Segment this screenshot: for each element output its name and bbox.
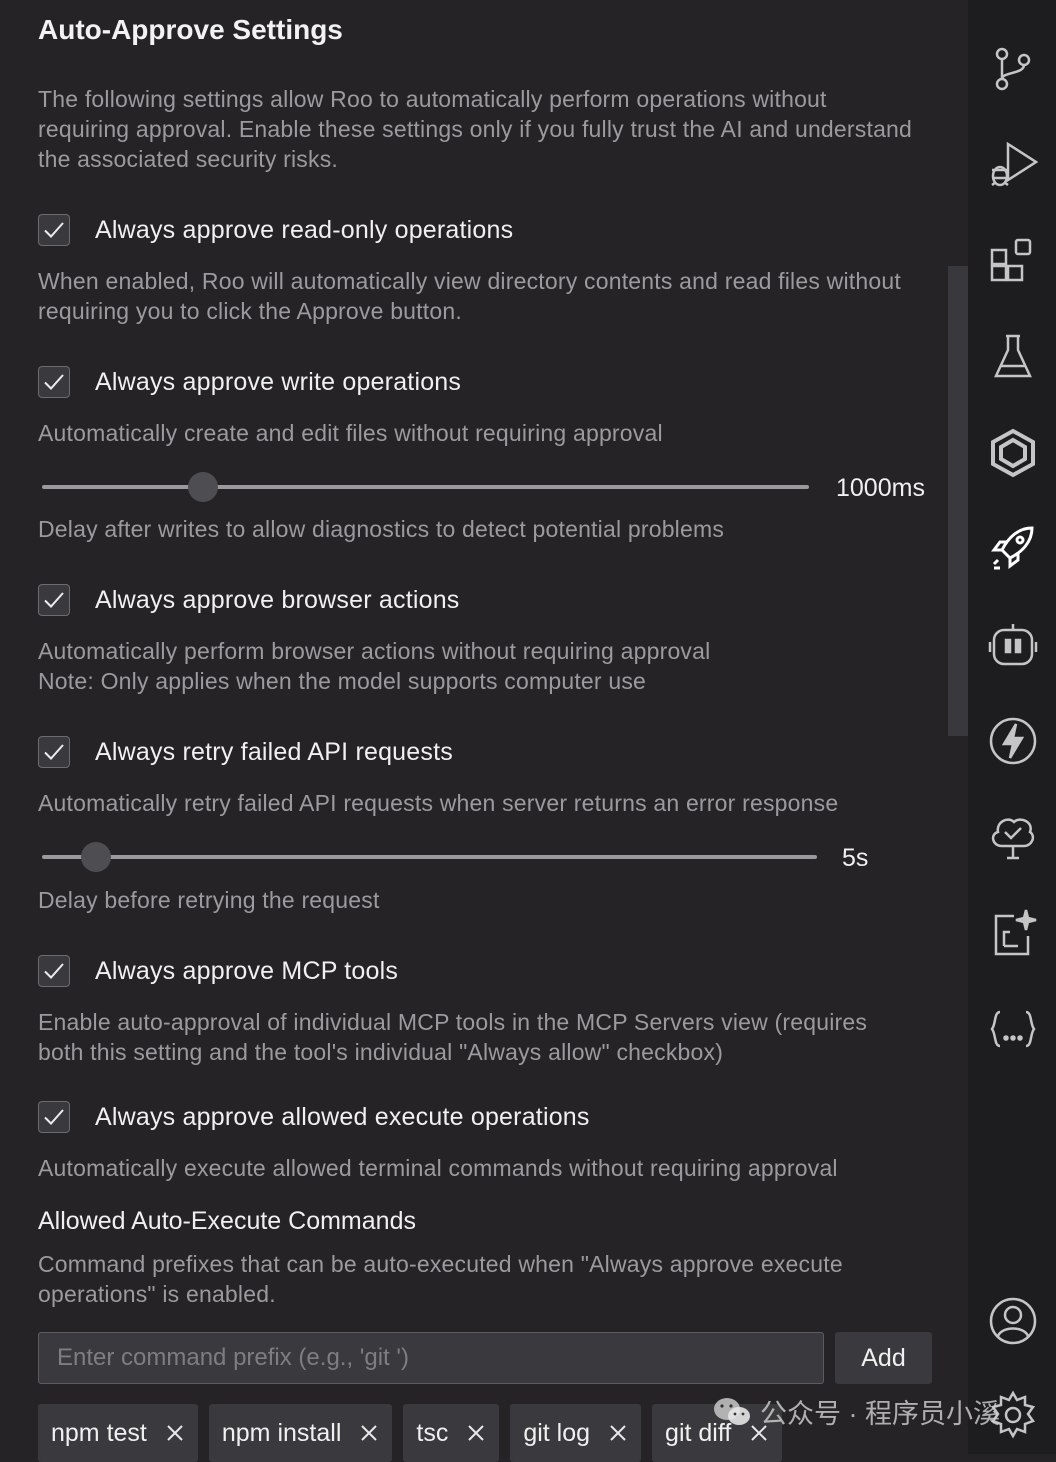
testing-icon[interactable] xyxy=(988,332,1038,382)
mcp-option[interactable]: Always approve MCP tools xyxy=(38,953,398,989)
command-chip-label: git log xyxy=(523,1418,591,1447)
browser-option[interactable]: Always approve browser actions xyxy=(38,582,460,618)
tree-check-icon[interactable] xyxy=(988,812,1038,862)
read-only-option[interactable]: Always approve read-only operations xyxy=(38,212,513,248)
scrollbar[interactable] xyxy=(948,266,968,736)
remove-icon[interactable] xyxy=(466,1423,486,1443)
execute-option[interactable]: Always approve allowed execute operation… xyxy=(38,1099,590,1135)
browser-checkbox[interactable] xyxy=(38,584,70,616)
retry-desc: Automatically retry failed API requests … xyxy=(38,790,839,816)
remove-icon[interactable] xyxy=(608,1423,628,1443)
watermark: 公众号 · 程序员小溪 xyxy=(712,1392,1000,1431)
checkmark-icon xyxy=(44,1109,64,1125)
braces-icon[interactable] xyxy=(988,1004,1038,1054)
execute-desc: Automatically execute allowed terminal c… xyxy=(38,1155,838,1181)
remove-icon[interactable] xyxy=(165,1423,185,1443)
write-delay-slider[interactable] xyxy=(42,472,809,502)
browser-note: Note: Only applies when the model suppor… xyxy=(38,668,647,694)
browser-label: Always approve browser actions xyxy=(95,585,460,614)
robot-icon[interactable] xyxy=(988,620,1038,670)
checkmark-icon xyxy=(44,744,64,760)
write-desc: Automatically create and edit files with… xyxy=(38,420,663,446)
execute-label: Always approve allowed execute operation… xyxy=(95,1102,590,1131)
run-debug-icon[interactable] xyxy=(988,140,1039,190)
watermark-text: 公众号 · 程序员小溪 xyxy=(760,1399,1000,1429)
intro-text: The following settings allow Roo to auto… xyxy=(38,86,913,172)
allowed-commands-list: npm test npm install tsc git log git dif… xyxy=(38,1404,783,1462)
command-prefix-input[interactable] xyxy=(38,1332,824,1384)
execute-checkbox[interactable] xyxy=(38,1101,70,1133)
command-chip: tsc xyxy=(403,1404,500,1462)
slider-thumb[interactable] xyxy=(81,842,112,872)
account-icon[interactable] xyxy=(988,1296,1038,1346)
mcp-label: Always approve MCP tools xyxy=(95,956,399,985)
command-chip-label: npm install xyxy=(221,1418,342,1447)
retry-label: Always retry failed API requests xyxy=(95,737,453,766)
retry-delay-desc: Delay before retrying the request xyxy=(38,887,380,913)
command-chip: npm test xyxy=(38,1404,198,1462)
checkmark-icon xyxy=(44,592,64,608)
extensions-icon[interactable] xyxy=(988,236,1038,286)
checkmark-icon xyxy=(44,374,64,390)
source-control-icon[interactable] xyxy=(988,44,1038,94)
write-delay-value: 1000ms xyxy=(836,474,925,502)
slider-track xyxy=(42,855,817,859)
sparkle-doc-icon[interactable] xyxy=(988,908,1038,958)
write-option[interactable]: Always approve write operations xyxy=(38,364,461,400)
read-only-checkbox[interactable] xyxy=(38,214,70,246)
allowed-commands-desc: Command prefixes that can be auto-execut… xyxy=(38,1251,843,1307)
wechat-icon xyxy=(714,1397,750,1425)
add-command-button[interactable]: Add xyxy=(835,1332,932,1384)
hexagon-icon[interactable] xyxy=(988,428,1038,478)
retry-checkbox[interactable] xyxy=(38,736,70,768)
retry-delay-value: 5s xyxy=(842,844,869,872)
allowed-commands-heading: Allowed Auto-Execute Commands xyxy=(38,1207,416,1235)
lightning-icon[interactable] xyxy=(988,716,1038,766)
checkmark-icon xyxy=(44,963,64,979)
checkmark-icon xyxy=(44,222,64,238)
slider-track xyxy=(42,485,809,489)
mcp-desc: Enable auto-approval of individual MCP t… xyxy=(38,1009,868,1065)
write-label: Always approve write operations xyxy=(95,367,462,396)
remove-icon[interactable] xyxy=(359,1423,379,1443)
read-only-desc: When enabled, Roo will automatically vie… xyxy=(38,268,901,324)
command-chip-label: npm test xyxy=(51,1418,147,1447)
browser-desc: Automatically perform browser actions wi… xyxy=(38,638,711,664)
retry-option[interactable]: Always retry failed API requests xyxy=(38,734,453,770)
page-title: Auto-Approve Settings xyxy=(38,14,343,45)
command-chip-label: tsc xyxy=(416,1418,449,1447)
settings-panel: Auto-Approve Settings The following sett… xyxy=(0,0,968,1462)
slider-thumb[interactable] xyxy=(188,472,219,502)
write-delay-desc: Delay after writes to allow diagnostics … xyxy=(38,516,725,542)
rocket-icon[interactable] xyxy=(988,524,1038,574)
mcp-checkbox[interactable] xyxy=(38,955,70,987)
activity-bar xyxy=(968,0,1056,1454)
retry-delay-slider[interactable] xyxy=(42,842,817,872)
command-chip: npm install xyxy=(208,1404,393,1462)
command-chip: git log xyxy=(510,1404,642,1462)
read-only-label: Always approve read-only operations xyxy=(95,215,514,244)
write-checkbox[interactable] xyxy=(38,366,70,398)
